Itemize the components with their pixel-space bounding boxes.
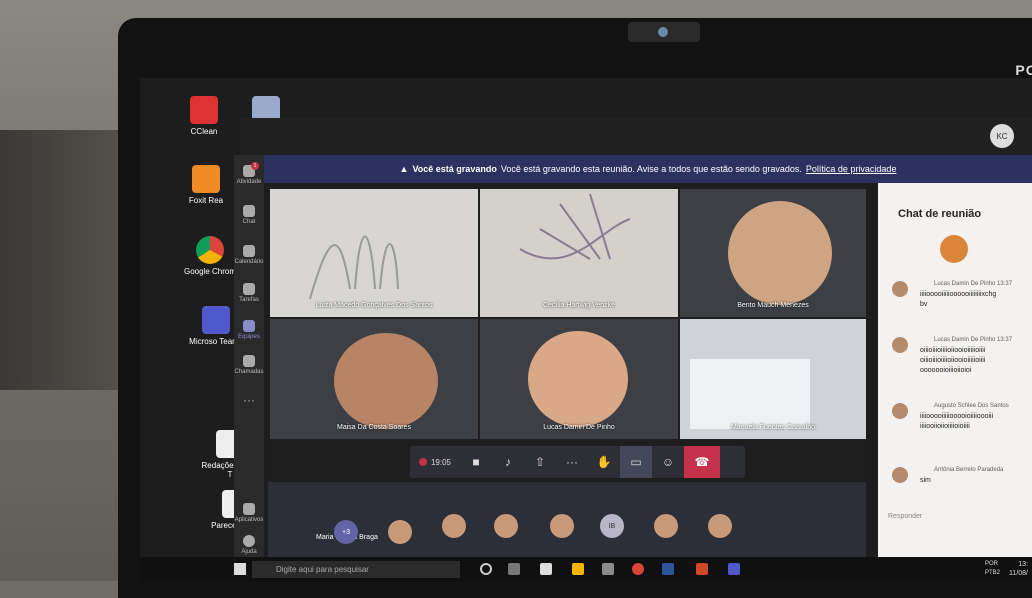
hang-up-button[interactable]: ☎ bbox=[684, 446, 720, 478]
microphone-icon: ♪ bbox=[505, 455, 511, 469]
webcam bbox=[628, 22, 700, 42]
share-button[interactable]: ⇧ bbox=[524, 446, 556, 478]
chrome-taskbar-icon[interactable] bbox=[632, 563, 644, 575]
raise-hand-button[interactable]: ✋ bbox=[588, 446, 620, 478]
meeting-chat-panel: Chat de reunião Lucas Damin De Pinho 13:… bbox=[878, 183, 1032, 558]
hand-drawing bbox=[309, 235, 399, 300]
desktop-icon-chrome[interactable]: Google Chrom bbox=[180, 236, 240, 276]
rail-item-calls[interactable]: Chamadas bbox=[234, 355, 264, 375]
task-view-icon[interactable] bbox=[508, 563, 520, 575]
word-icon[interactable] bbox=[662, 563, 674, 575]
record-dot-icon bbox=[418, 458, 427, 466]
participant-thumbnail[interactable] bbox=[388, 520, 412, 544]
participants-button[interactable]: ☺ bbox=[652, 446, 684, 478]
video-tile[interactable]: Luiza Macedo Gonçalves Dos Santos bbox=[270, 189, 478, 317]
apps-icon bbox=[243, 503, 255, 515]
desktop-icon-foxit[interactable]: Foxit Rea bbox=[176, 165, 236, 205]
avatar bbox=[892, 281, 908, 297]
calendar-icon bbox=[243, 245, 255, 257]
ccleaner-icon bbox=[190, 96, 218, 124]
participant-video-circle bbox=[528, 331, 628, 427]
help-icon bbox=[243, 535, 255, 547]
hand-icon: ✋ bbox=[596, 455, 612, 469]
camera-icon: ■ bbox=[472, 455, 480, 469]
video-tile[interactable]: Cecília Hartwig Venzke bbox=[480, 189, 678, 317]
rail-item-apps[interactable]: Aplicativos bbox=[234, 503, 264, 523]
notification-badge: 1 bbox=[251, 162, 259, 170]
chat-title: Chat de reunião bbox=[898, 208, 982, 220]
reply-box[interactable]: Responder bbox=[888, 513, 922, 520]
participant-thumbnail[interactable] bbox=[442, 514, 466, 538]
avatar bbox=[892, 337, 908, 353]
participant-thumbnail[interactable] bbox=[494, 514, 518, 538]
desktop-icon-ccleaner[interactable]: CClean bbox=[174, 96, 234, 136]
paper-sheet bbox=[690, 359, 810, 429]
teams-icon bbox=[202, 306, 230, 334]
share-screen-icon: ⇧ bbox=[534, 455, 546, 469]
recording-banner: ▲ Você está gravando Você está gravando … bbox=[264, 155, 1032, 183]
participant-initials[interactable]: IB bbox=[600, 514, 624, 538]
teams-app-bar: Atividade 1 Chat Calendário Tarefas Equi… bbox=[234, 155, 264, 558]
system-clock[interactable]: 13: 11/08/ bbox=[1009, 560, 1028, 578]
avatar bbox=[892, 467, 908, 483]
rail-item-help[interactable]: Ajuda bbox=[234, 535, 264, 555]
teams-group-icon bbox=[243, 320, 255, 332]
phone-hangup-icon: ☎ bbox=[694, 455, 710, 469]
video-tile[interactable]: Lucas Damin De Pinho bbox=[480, 319, 678, 439]
video-tile[interactable]: Bento Mauch Menezes bbox=[680, 189, 866, 317]
video-tile[interactable]: Manuela Fuentes Carvalho bbox=[680, 319, 866, 439]
powerpoint-icon[interactable] bbox=[696, 563, 708, 575]
participant-video-circle bbox=[334, 333, 438, 429]
input-language[interactable]: POR PTB2 bbox=[985, 560, 1000, 578]
recording-timer: 19:05 bbox=[410, 446, 460, 478]
hand-drawing bbox=[519, 193, 631, 260]
overflow-count[interactable]: +3 bbox=[334, 520, 358, 544]
rail-item-calendar[interactable]: Calendário bbox=[234, 245, 264, 265]
warning-icon: ▲ bbox=[399, 164, 409, 174]
rail-item-chat[interactable]: Chat bbox=[234, 205, 264, 225]
file-explorer-icon[interactable] bbox=[572, 563, 584, 575]
more-icon: ··· bbox=[566, 455, 578, 469]
more-apps-button[interactable]: ··· bbox=[234, 393, 264, 407]
more-actions-button[interactable]: ··· bbox=[556, 446, 588, 478]
chat-icon bbox=[243, 205, 255, 217]
rail-item-assignments[interactable]: Tarefas bbox=[234, 283, 264, 303]
chat-toggle-button[interactable]: ▭ bbox=[620, 446, 652, 478]
participant-video-circle bbox=[728, 201, 832, 305]
user-avatar[interactable]: KC bbox=[990, 124, 1014, 148]
windows-start-icon[interactable] bbox=[234, 563, 246, 575]
phone-icon bbox=[243, 355, 255, 367]
rail-item-teams[interactable]: Equipes bbox=[234, 320, 264, 340]
mic-button[interactable]: ♪ bbox=[492, 446, 524, 478]
participant-strip: Maria França Braga +3 IB bbox=[268, 482, 866, 558]
cortana-icon[interactable] bbox=[480, 563, 492, 575]
people-icon: ☺ bbox=[661, 455, 675, 469]
assignments-icon bbox=[243, 283, 255, 295]
participant-thumbnail[interactable] bbox=[654, 514, 678, 538]
taskbar-search[interactable]: Digite aqui para pesquisar bbox=[252, 561, 460, 578]
participant-thumbnail[interactable] bbox=[708, 514, 732, 538]
camera-button[interactable]: ■ bbox=[460, 446, 492, 478]
teddy-bear-icon bbox=[940, 235, 968, 263]
video-tile[interactable]: Maisa Da Costa Soares bbox=[270, 319, 478, 439]
ccleaner-taskbar-icon[interactable] bbox=[540, 563, 552, 575]
chrome-icon bbox=[196, 236, 224, 264]
foxit-icon bbox=[192, 165, 220, 193]
participant-thumbnail[interactable] bbox=[550, 514, 574, 538]
call-controls: 19:05 ■ ♪ ⇧ ··· ✋ ▭ ☺ ☎ bbox=[410, 446, 745, 478]
store-icon[interactable] bbox=[602, 563, 614, 575]
rail-item-activity[interactable]: Atividade 1 bbox=[234, 162, 264, 185]
privacy-policy-link[interactable]: Política de privacidade bbox=[806, 164, 897, 174]
avatar bbox=[892, 403, 908, 419]
chat-icon: ▭ bbox=[630, 455, 642, 469]
monitor-brand: POS bbox=[1015, 62, 1032, 78]
teams-title-bar: KC bbox=[240, 118, 1032, 156]
windows-taskbar: Digite aqui para pesquisar POR PTB2 13: 11… bbox=[140, 557, 1032, 581]
teams-taskbar-icon[interactable] bbox=[728, 563, 740, 575]
